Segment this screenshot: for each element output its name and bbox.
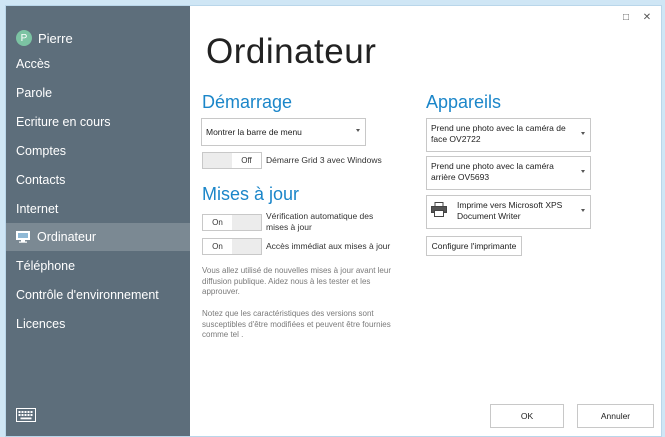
immediate-updates-toggle[interactable]: On: [202, 238, 262, 255]
front-camera-value: Prend une photo avec la caméra de face O…: [431, 123, 566, 144]
toggle-on-segment: On: [212, 242, 223, 251]
updates-note: Vous allez utilisé de nouvelles mises à …: [202, 266, 391, 296]
sidebar-item-ecriture[interactable]: Ecriture en cours: [6, 109, 190, 135]
user-profile[interactable]: P Pierre: [16, 28, 73, 48]
sidebar-item-label: Licences: [16, 317, 66, 331]
sidebar-item-parole[interactable]: Parole: [6, 80, 190, 106]
toggle-on-segment: On: [212, 218, 223, 227]
toggle-on-segment: [203, 153, 232, 168]
sidebar-item-label: Ordinateur: [37, 230, 97, 244]
sidebar-item-label: Téléphone: [16, 259, 76, 273]
chevron-down-icon: [356, 129, 360, 132]
updates-section-title: Mises à jour: [202, 184, 300, 204]
menu-bar-dropdown[interactable]: Montrer la barre de menu: [201, 118, 366, 146]
printer-value: Imprime vers Microsoft XPS Document Writ…: [457, 200, 563, 221]
toggle-off-segment: [232, 239, 261, 254]
rear-camera-value: Prend une photo avec la caméra arrière O…: [431, 161, 554, 182]
printer-dropdown[interactable]: Imprime vers Microsoft XPS Document Writ…: [426, 195, 591, 229]
rear-camera-dropdown[interactable]: Prend une photo avec la caméra arrière O…: [426, 156, 591, 190]
devices-section-title: Appareils: [426, 92, 502, 112]
toggle-off-segment: Off: [241, 156, 252, 165]
sidebar-item-acces[interactable]: Accès: [6, 51, 190, 77]
immediate-updates-label: Accès immédiat aux mises à jour: [266, 241, 391, 251]
close-button[interactable]: ✕: [640, 10, 654, 24]
sidebar-item-ordinateur[interactable]: Ordinateur: [6, 223, 190, 251]
sidebar-item-licences[interactable]: Licences: [6, 311, 190, 337]
sidebar-item-label: Comptes: [16, 144, 67, 158]
maximize-button[interactable]: □: [619, 10, 633, 24]
ok-button[interactable]: OK: [490, 404, 564, 428]
cancel-button[interactable]: Annuler: [577, 404, 654, 428]
chevron-down-icon: [581, 132, 585, 135]
toggle-off-segment: [232, 215, 261, 230]
chevron-down-icon: [581, 209, 585, 212]
chevron-down-icon: [581, 170, 585, 173]
sidebar-item-telephone[interactable]: Téléphone: [6, 253, 190, 279]
sidebar-item-internet[interactable]: Internet: [6, 196, 190, 222]
sidebar: P Pierre Accès Parole Ecriture en cours …: [6, 6, 190, 436]
keyboard-icon[interactable]: [16, 408, 36, 422]
auto-check-label: Vérification automatique des mises à jou…: [266, 211, 374, 232]
avatar: P: [16, 30, 32, 46]
configure-printer-button[interactable]: Configure l'imprimante: [426, 236, 522, 256]
sidebar-item-label: Accès: [16, 57, 51, 71]
startup-section-title: Démarrage: [202, 92, 293, 112]
sidebar-item-label: Contacts: [16, 173, 66, 187]
sidebar-item-label: Ecriture en cours: [16, 115, 111, 129]
sidebar-item-label: Contrôle d'environnement: [16, 288, 159, 302]
page-title: Ordinateur: [206, 32, 377, 71]
auto-check-toggle[interactable]: On: [202, 214, 262, 231]
sidebar-item-environnement[interactable]: Contrôle d'environnement: [6, 282, 190, 308]
sidebar-item-label: Internet: [16, 202, 59, 216]
printer-icon: [431, 202, 447, 217]
monitor-icon: [16, 231, 30, 243]
menu-bar-dropdown-value: Montrer la barre de menu: [206, 127, 302, 137]
versions-note: Notez que les caractéristiques des versi…: [202, 309, 391, 339]
front-camera-dropdown[interactable]: Prend une photo avec la caméra de face O…: [426, 118, 591, 152]
startup-toggle-label: Démarre Grid 3 avec Windows: [266, 155, 382, 165]
sidebar-item-comptes[interactable]: Comptes: [6, 138, 190, 164]
settings-window: P Pierre Accès Parole Ecriture en cours …: [5, 5, 662, 437]
user-name: Pierre: [38, 30, 73, 46]
sidebar-item-label: Parole: [16, 86, 53, 100]
sidebar-item-contacts[interactable]: Contacts: [6, 167, 190, 193]
startup-toggle[interactable]: Off: [202, 152, 262, 169]
